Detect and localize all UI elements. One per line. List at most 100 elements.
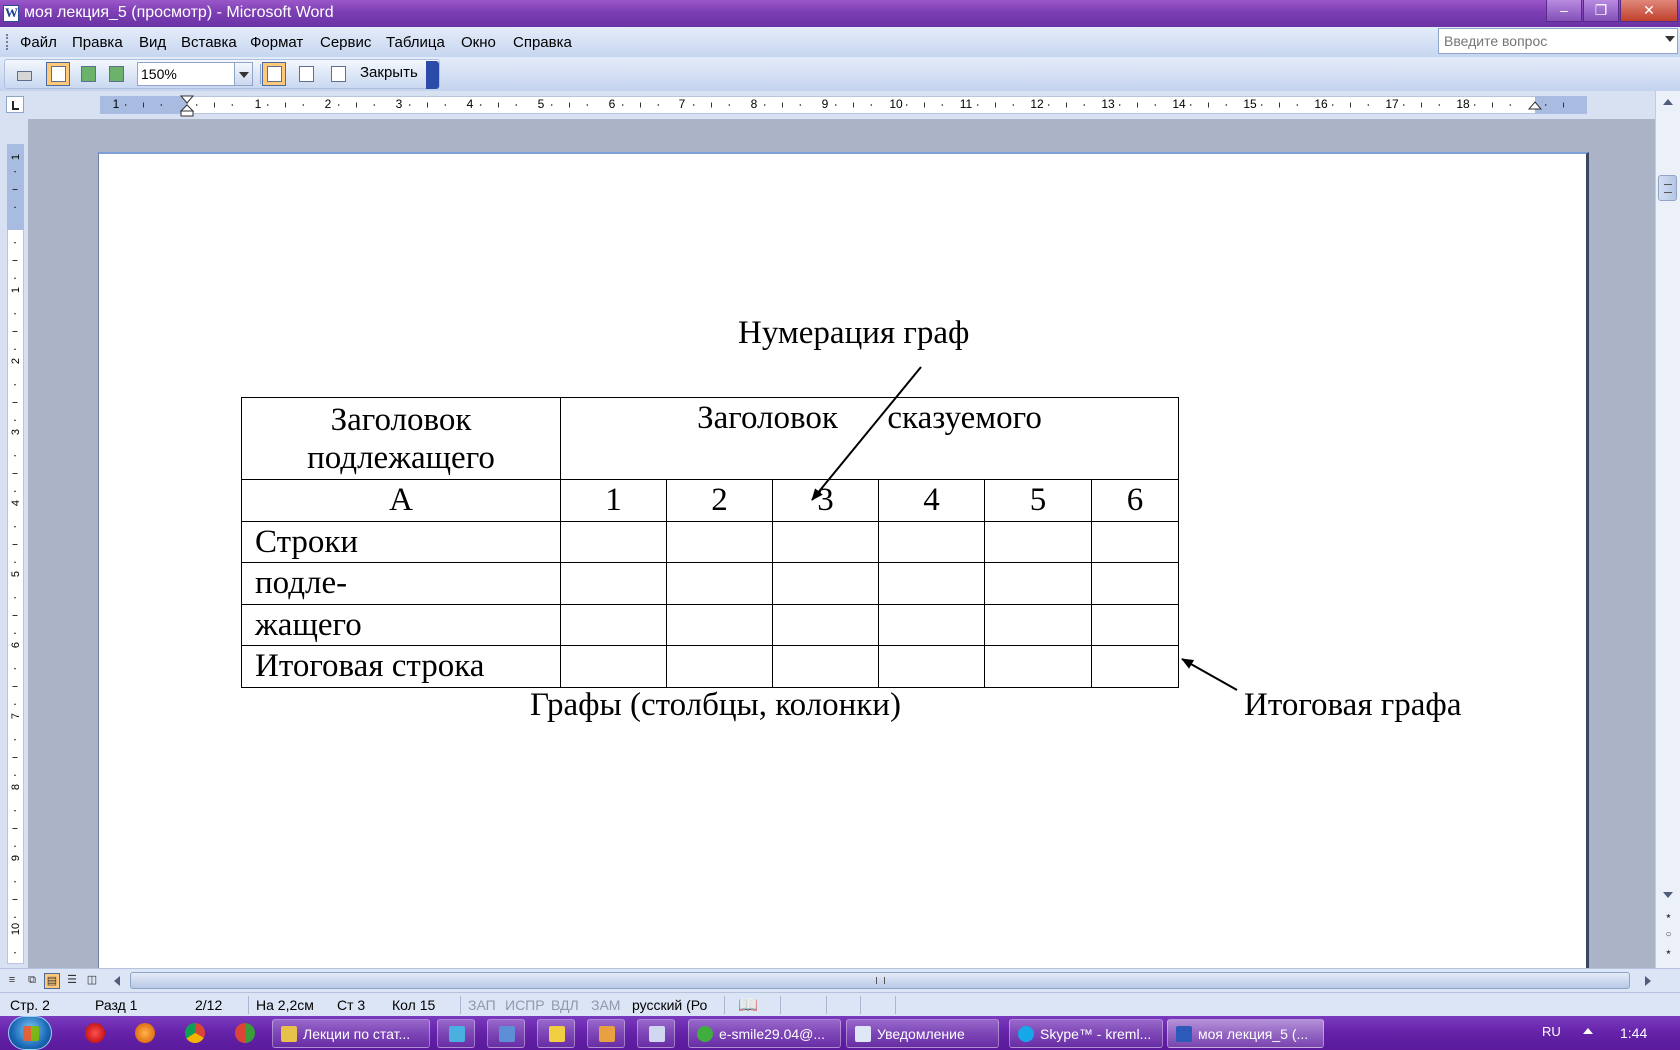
status-overtype[interactable]: ЗАМ bbox=[591, 997, 620, 1013]
menubar-grip[interactable] bbox=[6, 34, 10, 50]
shrink-to-fit-button[interactable] bbox=[294, 62, 318, 86]
status-section: Разд 1 bbox=[95, 997, 138, 1013]
multiple-pages-button[interactable] bbox=[104, 62, 128, 86]
document-area[interactable]: Нумерация граф Заголовок подлежащего Заг… bbox=[28, 119, 1655, 968]
reading-layout-icon[interactable]: ◫ bbox=[84, 973, 100, 989]
chevron-down-icon[interactable] bbox=[1665, 36, 1675, 42]
ruler-number: 12 bbox=[1030, 97, 1044, 111]
one-page-button[interactable] bbox=[76, 62, 100, 86]
horizontal-scroll-thumb[interactable] bbox=[130, 972, 1630, 989]
ruler-number: 1 bbox=[10, 286, 22, 294]
taskbar: Лекции по стат... e-smile29.04@... Уведо… bbox=[0, 1016, 1680, 1050]
status-divider bbox=[460, 996, 461, 1014]
chromium-icon[interactable] bbox=[235, 1023, 255, 1043]
taskbar-app-1[interactable] bbox=[437, 1019, 475, 1048]
chrome-icon[interactable] bbox=[185, 1023, 205, 1043]
menu-tools[interactable]: Сервис bbox=[320, 34, 371, 51]
show-hidden-icons-icon[interactable] bbox=[1583, 1028, 1593, 1034]
right-indent-marker[interactable] bbox=[1528, 101, 1542, 115]
magnifier-button[interactable] bbox=[46, 62, 70, 86]
taskbar-mail-agent[interactable]: e-smile29.04@... bbox=[688, 1019, 841, 1048]
word-app-icon[interactable] bbox=[3, 5, 19, 22]
taskbar-app-3[interactable] bbox=[537, 1019, 575, 1048]
status-divider bbox=[724, 996, 725, 1014]
scroll-up-arrow-icon[interactable] bbox=[1663, 99, 1673, 105]
annotation-arrows bbox=[811, 366, 1238, 691]
toolbar-options-button[interactable] bbox=[426, 61, 439, 89]
restore-button[interactable]: ❐ bbox=[1583, 0, 1619, 22]
close-window-button[interactable]: ✕ bbox=[1620, 0, 1678, 22]
ruler-number: 7 bbox=[10, 712, 22, 720]
firefox-icon[interactable] bbox=[135, 1023, 155, 1043]
status-divider bbox=[248, 996, 249, 1014]
taskbar-skype[interactable]: Skype™ - kreml... bbox=[1009, 1019, 1163, 1048]
outline-view-icon[interactable]: ☰ bbox=[64, 973, 80, 989]
zoom-value: 150% bbox=[141, 66, 177, 82]
printer-icon bbox=[17, 71, 32, 81]
status-pages: 2/12 bbox=[195, 997, 223, 1013]
menu-insert[interactable]: Вставка bbox=[181, 34, 237, 51]
taskbar-app-2[interactable] bbox=[487, 1019, 525, 1048]
previous-page-icon[interactable]: ⭑ bbox=[1664, 912, 1673, 922]
taskbar-word-document[interactable]: моя лекция_5 (... bbox=[1167, 1019, 1324, 1048]
menu-window[interactable]: Окно bbox=[461, 34, 496, 51]
ruler-number: 1 bbox=[112, 97, 120, 111]
help-question-box[interactable] bbox=[1438, 28, 1678, 54]
normal-view-icon[interactable]: ≡ bbox=[4, 973, 20, 989]
vertical-scroll-thumb[interactable] bbox=[1658, 175, 1677, 201]
full-screen-button[interactable] bbox=[326, 62, 350, 86]
view-ruler-button[interactable] bbox=[262, 62, 286, 86]
print-layout-icon[interactable]: ▤ bbox=[44, 973, 60, 989]
window-title: моя лекция_5 (просмотр) - Microsoft Word bbox=[24, 4, 334, 21]
minimize-button[interactable]: – bbox=[1546, 0, 1582, 22]
status-page: Стр. 2 bbox=[10, 997, 50, 1013]
tab-selector[interactable] bbox=[6, 96, 24, 113]
ruler-number: 14 bbox=[1172, 97, 1186, 111]
help-question-input[interactable] bbox=[1444, 30, 1654, 52]
menu-format[interactable]: Формат bbox=[250, 34, 303, 51]
start-button[interactable] bbox=[8, 1016, 52, 1050]
status-language[interactable]: русский (Ро bbox=[632, 997, 707, 1013]
scroll-left-arrow-icon[interactable] bbox=[114, 976, 120, 986]
status-record-macro[interactable]: ЗАП bbox=[468, 997, 496, 1013]
spelling-check-icon[interactable]: 📖 bbox=[738, 995, 758, 1015]
menu-bar: Файл Правка Вид Вставка Формат Сервис Та… bbox=[0, 27, 1680, 57]
shrink-to-fit-icon bbox=[299, 66, 314, 82]
taskbar-app-5[interactable] bbox=[637, 1019, 675, 1048]
status-divider bbox=[895, 996, 896, 1014]
taskbar-app-4[interactable] bbox=[587, 1019, 625, 1048]
taskbar-notification[interactable]: Уведомление bbox=[846, 1019, 999, 1048]
status-position: На 2,2см bbox=[256, 997, 314, 1013]
scroll-right-arrow-icon[interactable] bbox=[1645, 976, 1651, 986]
document-page[interactable]: Нумерация граф Заголовок подлежащего Заг… bbox=[98, 152, 1589, 968]
chevron-down-icon[interactable] bbox=[234, 63, 252, 85]
first-line-indent-marker[interactable] bbox=[180, 95, 194, 117]
status-extend[interactable]: ВДЛ bbox=[551, 997, 579, 1013]
tray-clock[interactable]: 1:44 bbox=[1620, 1025, 1647, 1041]
menu-file[interactable]: Файл bbox=[20, 34, 57, 51]
taskbar-lectures-folder[interactable]: Лекции по стат... bbox=[272, 1019, 430, 1048]
print-button[interactable] bbox=[12, 62, 36, 86]
envelope-icon bbox=[855, 1026, 871, 1042]
close-preview-button[interactable]: Закрыть bbox=[360, 64, 418, 81]
zoom-select[interactable]: 150% bbox=[137, 62, 253, 86]
ruler-number: 10 bbox=[889, 97, 903, 111]
next-page-icon[interactable]: ⭑ bbox=[1664, 948, 1673, 958]
ruler-number: 11 bbox=[959, 97, 973, 111]
ruler-number: 18 bbox=[1456, 97, 1470, 111]
ruler-number: 10 bbox=[10, 922, 22, 936]
menu-view[interactable]: Вид bbox=[139, 34, 166, 51]
menu-edit[interactable]: Правка bbox=[72, 34, 123, 51]
select-browse-object-icon[interactable]: ○ bbox=[1664, 930, 1673, 940]
tray-language[interactable]: RU bbox=[1542, 1024, 1561, 1039]
opera-icon[interactable] bbox=[85, 1023, 105, 1043]
ruler-number: 3 bbox=[10, 428, 22, 436]
ruler-number: 2 bbox=[324, 97, 332, 111]
scroll-down-arrow-icon[interactable] bbox=[1663, 892, 1673, 898]
menu-help[interactable]: Справка bbox=[513, 34, 572, 51]
ruler-number: 6 bbox=[608, 97, 616, 111]
status-track-changes[interactable]: ИСПР bbox=[505, 997, 545, 1013]
vertical-scrollbar[interactable]: ⭑ ○ ⭑ bbox=[1655, 91, 1680, 968]
menu-table[interactable]: Таблица bbox=[386, 34, 445, 51]
web-layout-icon[interactable]: ⧉ bbox=[24, 973, 40, 989]
